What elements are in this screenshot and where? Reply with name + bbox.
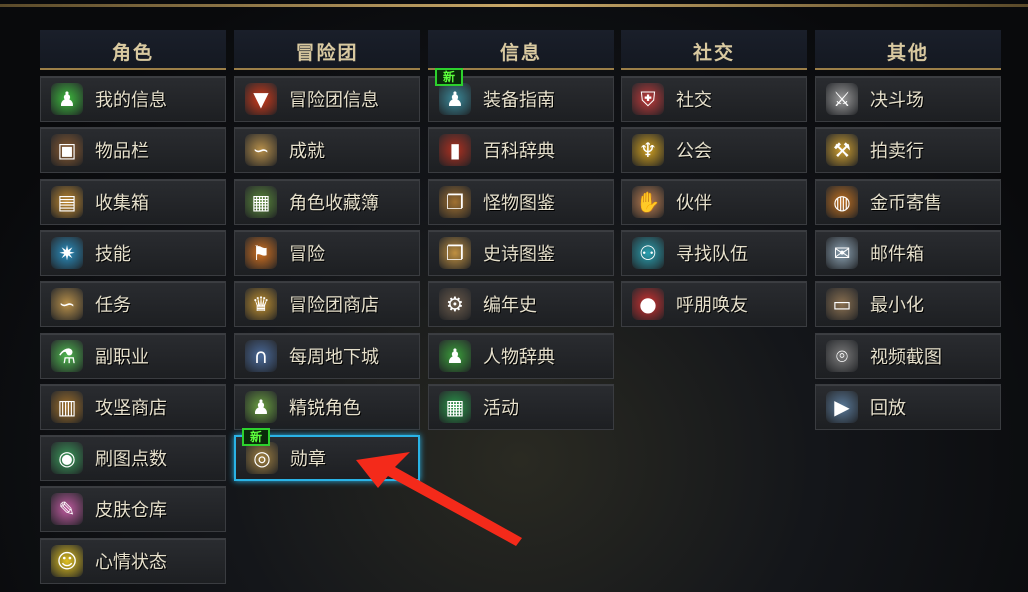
new-badge: 新: [435, 68, 464, 86]
new-badge: 新: [242, 428, 271, 447]
annotation-arrow: [356, 452, 522, 546]
